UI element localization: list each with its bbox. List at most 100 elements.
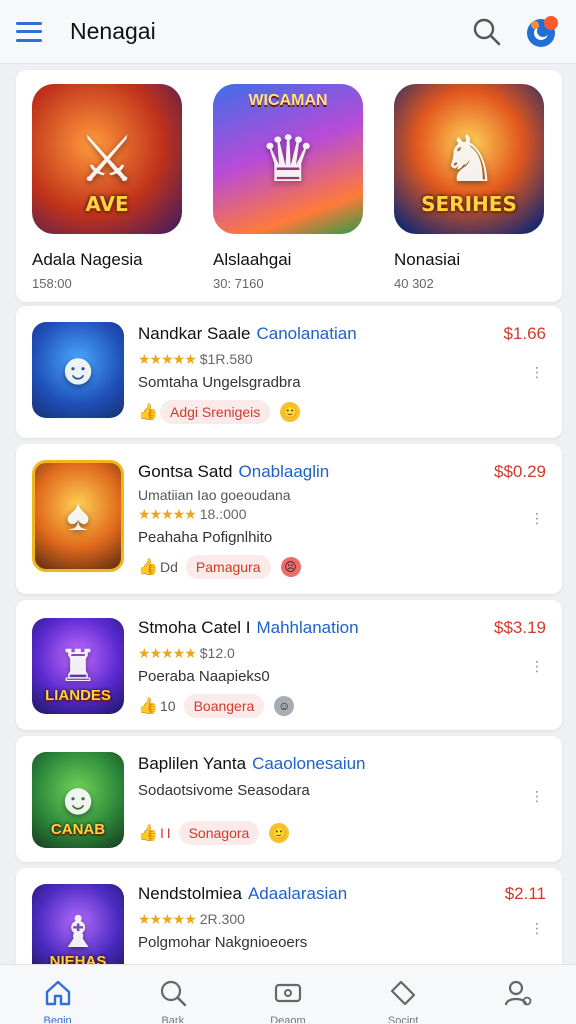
neutral-face-icon: ☺ <box>274 696 295 716</box>
mage-hero-icon: ♜ <box>58 641 98 691</box>
like-count: I I <box>160 825 171 841</box>
featured-app[interactable]: ♞ SERIHES Nonasiai 40 302 <box>394 84 546 302</box>
featured-app-image[interactable]: ♞ SERIHES <box>394 84 544 234</box>
app-price: $2.11 <box>504 884 546 903</box>
rating-row: ★★★★★ 18.:000 <box>138 506 522 523</box>
more-options-icon[interactable]: ⋮ <box>530 659 544 673</box>
featured-app-name: Alslaahgai <box>213 250 292 269</box>
more-options-icon[interactable]: ⋮ <box>530 511 544 525</box>
app-name: Nendstolmiea <box>138 884 242 903</box>
rating-text: 18.:000 <box>199 506 247 522</box>
nav-label: Begin <box>43 1015 72 1023</box>
app-price: $1.66 <box>503 324 546 343</box>
smiley-icon: 🙂 <box>280 402 301 422</box>
nav-item-begin[interactable]: Begin <box>18 977 98 1023</box>
app-subtitle: Somtaha Ungelsgradbra <box>138 374 301 391</box>
app-developer[interactable]: Mahhlanation <box>256 618 358 637</box>
app-name-row: Gontsa Satd Onablaaglin <box>138 462 522 482</box>
more-options-icon[interactable]: ⋮ <box>530 921 544 935</box>
rating-row: ★★★★★ 2R.300 <box>138 911 522 928</box>
hamburger-menu-icon[interactable] <box>16 21 42 42</box>
category-tag[interactable]: Adgi Srenigeis <box>160 400 271 424</box>
nav-label: Bark <box>161 1015 185 1023</box>
app-list-item[interactable]: ☻ CANAB Baplilen Yanta Caaolonesaiun Soda… <box>16 736 562 862</box>
featured-app[interactable]: ⚔ AVE Adala Nagesia 158:00 <box>32 84 184 302</box>
app-developer[interactable]: Caaolonesaiun <box>252 754 365 773</box>
featured-app-image[interactable]: ⚔ AVE <box>32 84 182 234</box>
app-list-item[interactable]: ♝ NIEHAS Nendstolmiea Adaalarasian ★★★★★ 2… <box>16 868 562 980</box>
smiley-icon: 🙂 <box>269 823 290 843</box>
adventurer-hero-icon: ☻ <box>54 775 102 824</box>
featured-banner-text: WICAMAN <box>248 92 328 109</box>
cowboy-hero-icon: ♠ <box>66 491 90 540</box>
nav-item-bark[interactable]: Bark <box>133 977 213 1023</box>
app-list-item[interactable]: ♠ Gontsa Satd Onablaaglin Umatiian Iao go… <box>16 444 562 594</box>
app-subtitle: Sodaotsivome Seasodara <box>138 782 310 799</box>
app-thumbnail[interactable]: ♠ <box>32 460 124 572</box>
wolf-warrior-icon: ♞ <box>440 122 498 195</box>
featured-app-meta: 40 302 <box>394 276 434 291</box>
adventure-party-icon: ♛ <box>259 122 317 195</box>
search-icon[interactable] <box>470 15 504 49</box>
thumbs-up-icon[interactable]: 👍 <box>138 823 160 843</box>
app-developer[interactable]: Canolanatian <box>256 324 356 343</box>
app-thumbnail[interactable]: ☻ <box>32 322 124 418</box>
app-extra-line: Umatiian Iao goeoudana <box>138 487 291 503</box>
more-options-icon[interactable]: ⋮ <box>530 365 544 379</box>
nav-item-deaom[interactable]: Deaom <box>248 977 328 1023</box>
thumbs-up-icon[interactable]: 👍 <box>138 402 160 422</box>
app-name-row: Baplilen Yanta Caaolonesaiun <box>138 754 522 774</box>
mage-hero-icon: ♝ <box>58 907 98 957</box>
category-tag[interactable]: Boangera <box>183 694 265 718</box>
sad-face-icon: ☹ <box>280 557 301 577</box>
tag-row: 👍 I I Sonagora 🙂 <box>138 821 522 845</box>
featured-app[interactable]: WICAMAN ♛ Alslaahgai 30: 7160 <box>213 84 365 302</box>
rating-text: 2R.300 <box>199 911 245 927</box>
nav-label: Socint <box>387 1015 419 1023</box>
featured-app-name: Adala Nagesia <box>32 250 143 269</box>
app-developer[interactable]: Adaalarasian <box>248 884 347 903</box>
tag-row: 👍 Dd Pamagura ☹ <box>138 555 522 579</box>
star-rating-icon: ★★★★★ <box>138 506 197 522</box>
nav-item-socint[interactable]: Socint <box>363 977 443 1023</box>
more-options-icon[interactable]: ⋮ <box>530 789 544 803</box>
app-thumbnail[interactable]: ☻ CANAB <box>32 752 124 848</box>
nav-label: Deaom <box>270 1015 306 1023</box>
tag-row: 👍 10 Boangera ☺ <box>138 694 522 718</box>
star-rating-icon: ★★★★★ <box>138 911 197 927</box>
featured-section: ⚔ AVE Adala Nagesia 158:00 WICAMAN ♛ Als… <box>16 70 562 302</box>
app-info: Baplilen Yanta Caaolonesaiun Sodaotsivome… <box>138 754 522 845</box>
page-title: Nenagai <box>70 18 156 44</box>
featured-app-image[interactable]: WICAMAN ♛ <box>213 84 363 234</box>
app-developer[interactable]: Onablaaglin <box>239 462 330 481</box>
like-count: Dd <box>160 559 178 575</box>
app-thumbnail[interactable]: ♜ LIANDES <box>32 618 124 714</box>
account-settings-icon <box>505 980 532 1006</box>
bottom-navigation: Begin Bark Deaom Socint <box>0 964 576 1024</box>
thumbnail-banner-text: LIANDES <box>45 687 111 704</box>
nav-item-account[interactable] <box>478 977 558 1023</box>
ticket-icon <box>274 983 302 1003</box>
thumbnail-banner-text: CANAB <box>50 821 106 838</box>
like-count: 10 <box>160 698 176 714</box>
rating-row: ★★★★★ $1R.580 <box>138 351 522 368</box>
featured-app-meta: 30: 7160 <box>213 276 264 291</box>
profile-badge-icon[interactable] <box>524 14 560 50</box>
category-tag[interactable]: Sonagora <box>178 821 260 845</box>
app-subtitle: Polgmohar Nakgnioeoers <box>138 934 308 951</box>
app-subtitle: Peahaha Pofignlhito <box>138 529 273 546</box>
category-tag[interactable]: Pamagura <box>185 555 271 579</box>
app-price: $$0.29 <box>494 462 546 481</box>
app-info: Nandkar Saale Canolanatian ★★★★★ $1R.580 S… <box>138 324 522 424</box>
app-list-item[interactable]: ☻ Nandkar Saale Canolanatian ★★★★★ $1R.580… <box>16 306 562 438</box>
rating-text: $1R.580 <box>199 351 253 367</box>
thumbs-up-icon[interactable]: 👍 <box>138 557 160 577</box>
thumbs-up-icon[interactable]: 👍 <box>138 696 160 716</box>
cartoon-hero-icon: ☻ <box>54 345 102 394</box>
app-name: Baplilen Yanta <box>138 754 247 773</box>
app-price: $$3.19 <box>494 618 546 637</box>
featured-app-meta: 158:00 <box>32 276 72 291</box>
app-info: Gontsa Satd Onablaaglin Umatiian Iao goeo… <box>138 462 522 579</box>
star-rating-icon: ★★★★★ <box>138 351 197 367</box>
app-list-item[interactable]: ♜ LIANDES Stmoha Catel I Mahhlanation ★★★… <box>16 600 562 730</box>
